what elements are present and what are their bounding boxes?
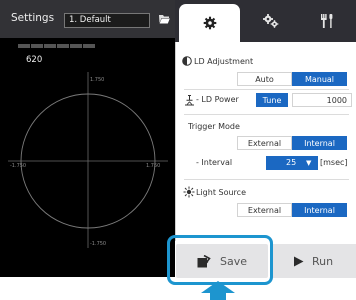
- save-icon: [197, 254, 211, 267]
- ld-power-input[interactable]: 1000: [292, 93, 352, 107]
- light-source-internal[interactable]: Internal: [292, 203, 347, 217]
- tab-tools[interactable]: [297, 0, 356, 42]
- light-icon: [183, 186, 195, 198]
- preview-area: Settings 1. Default 620 1.750 -1.750 1.7…: [0, 0, 175, 277]
- divider: [184, 89, 349, 90]
- ld-adjustment-title: LD Adjustment: [194, 57, 254, 66]
- tick-left: -1.750: [10, 163, 26, 169]
- laser-icon: [185, 95, 194, 106]
- folder-open-icon[interactable]: [158, 12, 170, 26]
- measurement-value: 620: [26, 55, 43, 65]
- tab-bar: [175, 0, 356, 42]
- interval-unit: [msec]: [320, 158, 348, 167]
- tools-icon: [321, 14, 333, 28]
- level-segment: [57, 44, 69, 48]
- trigger-mode-internal[interactable]: Internal: [292, 136, 347, 150]
- profile-select[interactable]: 1. Default: [64, 13, 150, 28]
- level-segment: [31, 44, 43, 48]
- settings-panel: LD Adjustment Auto Manual - LD Power Tun…: [175, 42, 356, 241]
- position-graph: 1.750 -1.750 1.750 -1.750: [8, 72, 168, 248]
- tune-button[interactable]: Tune: [256, 93, 288, 107]
- light-source-title: Light Source: [196, 188, 246, 197]
- gear-icon: [203, 16, 216, 30]
- tick-top: 1.750: [90, 77, 104, 83]
- chevron-down-icon: ▼: [306, 159, 312, 167]
- ld-adjustment-auto[interactable]: Auto: [237, 72, 292, 86]
- tick-bottom: -1.750: [90, 241, 106, 247]
- divider: [184, 179, 349, 180]
- light-source-external[interactable]: External: [237, 203, 292, 217]
- settings-label: Settings: [11, 12, 55, 24]
- save-button[interactable]: Save: [176, 244, 268, 278]
- save-label: Save: [219, 254, 247, 268]
- settings-bar: Settings 1. Default: [0, 0, 175, 38]
- interval-label: - Interval: [196, 158, 233, 167]
- level-segment: [44, 44, 56, 48]
- level-segment: [83, 44, 95, 48]
- gears-icon: [263, 14, 279, 28]
- run-label: Run: [311, 254, 334, 268]
- play-icon: [293, 256, 304, 266]
- level-segment: [18, 44, 30, 48]
- ld-power-label: - LD Power: [196, 95, 239, 104]
- trigger-mode-external[interactable]: External: [237, 136, 292, 150]
- run-button[interactable]: Run: [270, 244, 356, 278]
- interval-select[interactable]: 25 ▼: [266, 156, 318, 170]
- contrast-icon: [182, 56, 192, 66]
- tick-right: 1.750: [146, 163, 160, 169]
- tab-adjustment[interactable]: [241, 0, 301, 42]
- ld-adjustment-manual[interactable]: Manual: [292, 72, 347, 86]
- up-arrow-icon: [201, 281, 235, 300]
- divider: [184, 114, 349, 115]
- level-segment: [70, 44, 82, 48]
- tab-settings[interactable]: [179, 4, 240, 42]
- interval-value: 25: [286, 158, 297, 167]
- trigger-mode-title: Trigger Mode: [188, 122, 240, 131]
